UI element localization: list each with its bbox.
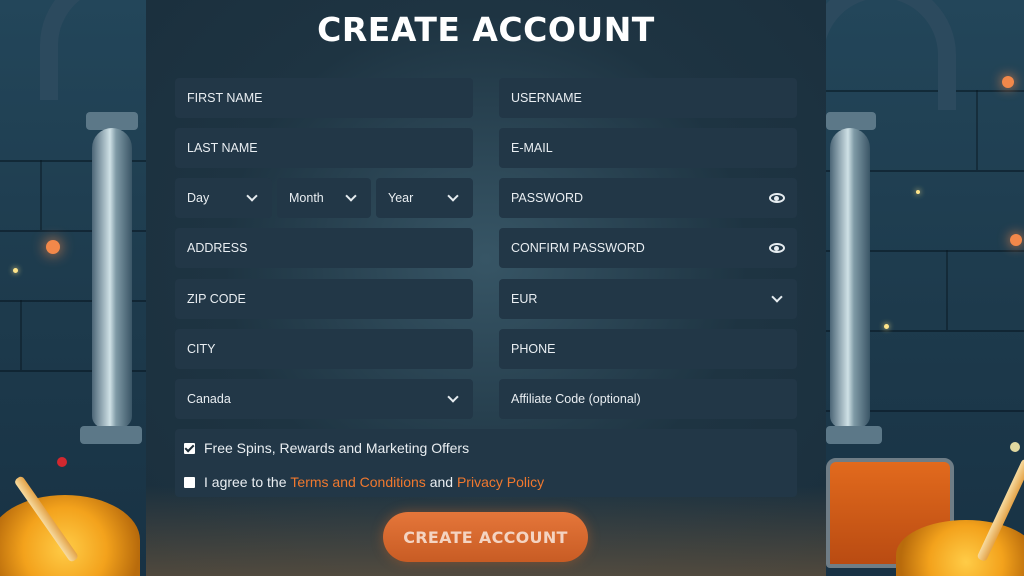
first-name-field[interactable]: FIRST NAME bbox=[175, 78, 473, 118]
eye-icon[interactable] bbox=[769, 193, 785, 203]
terms-middle-text: and bbox=[429, 474, 454, 490]
dob-year-label: Year bbox=[388, 191, 414, 205]
last-name-field[interactable]: LAST NAME bbox=[175, 128, 473, 168]
last-name-placeholder: LAST NAME bbox=[187, 141, 258, 155]
zip-code-placeholder: ZIP CODE bbox=[187, 292, 246, 306]
dob-year-select[interactable]: Year bbox=[376, 178, 473, 218]
page-title: CREATE ACCOUNT bbox=[317, 10, 655, 49]
chevron-down-icon bbox=[246, 190, 258, 202]
email-placeholder: E-MAIL bbox=[511, 141, 553, 155]
chevron-down-icon bbox=[771, 291, 783, 303]
background-left-scenery bbox=[0, 0, 146, 576]
zip-code-field[interactable]: ZIP CODE bbox=[175, 279, 473, 319]
chevron-down-icon bbox=[447, 391, 459, 403]
marketing-checkbox-icon[interactable] bbox=[184, 442, 195, 454]
username-field[interactable]: USERNAME bbox=[499, 78, 797, 118]
privacy-policy-link[interactable]: Privacy Policy bbox=[457, 474, 544, 490]
terms-prefix-text: I agree to the bbox=[204, 474, 287, 490]
marketing-consent-row[interactable]: Free Spins, Rewards and Marketing Offers bbox=[184, 440, 469, 456]
address-placeholder: ADDRESS bbox=[187, 241, 248, 255]
chevron-down-icon bbox=[345, 190, 357, 202]
affiliate-code-placeholder: Affiliate Code (optional) bbox=[511, 392, 641, 406]
chevron-down-icon bbox=[447, 190, 459, 202]
city-field[interactable]: CITY bbox=[175, 329, 473, 369]
gold-coins-left-image bbox=[0, 495, 140, 576]
confirm-password-field[interactable]: CONFIRM PASSWORD bbox=[499, 228, 797, 268]
address-field[interactable]: ADDRESS bbox=[175, 228, 473, 268]
country-value: Canada bbox=[187, 392, 231, 406]
terms-consent-row[interactable]: I agree to the Terms and Conditions and … bbox=[184, 474, 544, 490]
country-select[interactable]: Canada bbox=[175, 379, 473, 419]
dob-month-select[interactable]: Month bbox=[277, 178, 371, 218]
currency-select[interactable]: EUR bbox=[499, 279, 797, 319]
city-placeholder: CITY bbox=[187, 342, 216, 356]
terms-checkbox-icon[interactable] bbox=[184, 476, 195, 488]
background-right-scenery bbox=[826, 0, 1024, 576]
first-name-placeholder: FIRST NAME bbox=[187, 91, 263, 105]
eye-icon[interactable] bbox=[769, 243, 785, 253]
username-placeholder: USERNAME bbox=[511, 91, 582, 105]
affiliate-code-field[interactable]: Affiliate Code (optional) bbox=[499, 379, 797, 419]
password-field[interactable]: PASSWORD bbox=[499, 178, 797, 218]
email-field[interactable]: E-MAIL bbox=[499, 128, 797, 168]
confirm-password-placeholder: CONFIRM PASSWORD bbox=[511, 241, 645, 255]
terms-and-conditions-link[interactable]: Terms and Conditions bbox=[290, 474, 425, 490]
phone-placeholder: PHONE bbox=[511, 342, 556, 356]
marketing-consent-label: Free Spins, Rewards and Marketing Offers bbox=[204, 440, 470, 456]
dob-day-label: Day bbox=[187, 191, 210, 205]
currency-value: EUR bbox=[511, 292, 538, 306]
password-placeholder: PASSWORD bbox=[511, 191, 583, 205]
dob-month-label: Month bbox=[289, 191, 324, 205]
create-account-button[interactable]: CREATE ACCOUNT bbox=[383, 512, 588, 562]
dob-day-select[interactable]: Day bbox=[175, 178, 272, 218]
phone-field[interactable]: PHONE bbox=[499, 329, 797, 369]
